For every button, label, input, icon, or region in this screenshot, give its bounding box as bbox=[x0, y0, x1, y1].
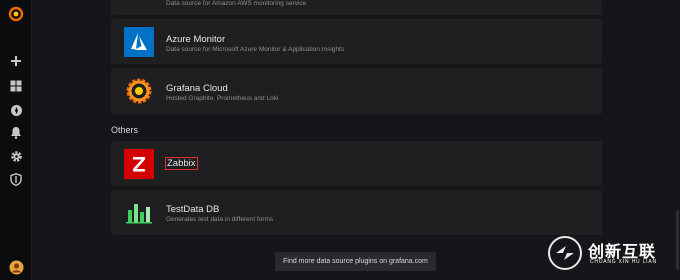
datasource-name: Zabbix bbox=[165, 157, 198, 170]
datasource-desc: Hosted Graphite, Prometheus and Loki bbox=[166, 95, 279, 102]
grafana-cloud-logo-icon bbox=[124, 76, 154, 106]
zabbix-logo-icon bbox=[124, 149, 154, 179]
watermark-subtext: CHUANG XIN HU LIAN bbox=[590, 259, 657, 265]
datasource-card-testdata-db[interactable]: TestData DB Generates test data in diffe… bbox=[111, 190, 602, 235]
find-more-plugins-button[interactable]: Find more data source plugins on grafana… bbox=[275, 252, 436, 271]
watermark-icon bbox=[548, 236, 582, 270]
testdata-logo-icon bbox=[124, 198, 154, 228]
datasource-name: Azure Monitor bbox=[166, 34, 226, 45]
shield-icon[interactable] bbox=[0, 169, 32, 189]
section-title-others: Others bbox=[111, 125, 139, 135]
datasource-desc: Generates test data in different forms bbox=[166, 216, 274, 223]
watermark-logo: 创新互联 CHUANG XIN HU LIAN bbox=[540, 234, 680, 274]
avatar[interactable] bbox=[0, 257, 32, 277]
bell-icon[interactable] bbox=[0, 122, 32, 142]
datasource-name: TestData DB bbox=[166, 204, 220, 215]
azure-logo-icon bbox=[124, 27, 154, 57]
sidebar bbox=[0, 0, 32, 280]
datasource-card-cloudwatch[interactable]: Data source for Amazon AWS monitoring se… bbox=[111, 0, 602, 15]
datasource-name: Grafana Cloud bbox=[166, 83, 228, 94]
datasource-card-zabbix[interactable]: Zabbix bbox=[111, 141, 602, 186]
datasource-card-azure-monitor[interactable]: Azure Monitor Data source for Microsoft … bbox=[111, 19, 602, 64]
cloudwatch-logo-icon bbox=[124, 0, 154, 4]
dashboards-icon[interactable] bbox=[0, 76, 32, 96]
datasource-desc: Data source for Microsoft Azure Monitor … bbox=[166, 46, 345, 53]
gear-icon[interactable] bbox=[0, 146, 32, 166]
grafana-logo-icon[interactable] bbox=[0, 4, 32, 24]
datasource-card-grafana-cloud[interactable]: Grafana Cloud Hosted Graphite, Prometheu… bbox=[111, 68, 602, 114]
plus-icon[interactable] bbox=[0, 51, 32, 71]
highlighted-name: Zabbix bbox=[165, 157, 198, 170]
explore-icon[interactable] bbox=[0, 100, 32, 120]
datasource-desc: Data source for Amazon AWS monitoring se… bbox=[166, 0, 307, 7]
